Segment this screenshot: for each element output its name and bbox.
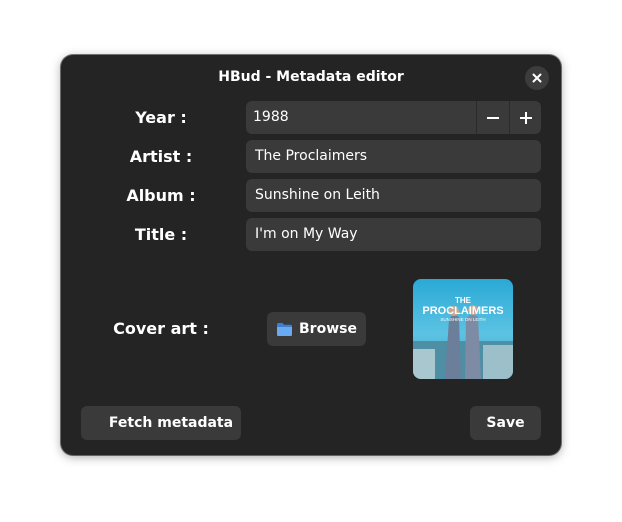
artist-label: Artist : <box>129 147 193 166</box>
folder-icon <box>277 322 293 336</box>
close-icon <box>532 73 542 83</box>
album-label: Album : <box>126 186 196 205</box>
browse-button[interactable]: Browse <box>267 312 366 346</box>
metadata-editor-window: HBud - Metadata editor Year : 1988 Artis… <box>61 55 561 455</box>
year-increment-button[interactable] <box>509 101 541 134</box>
minus-icon <box>486 116 499 119</box>
cover-band-line1: THE <box>455 296 472 305</box>
save-button[interactable]: Save <box>470 406 541 440</box>
title-label: Title : <box>134 225 188 244</box>
year-value[interactable]: 1988 <box>253 101 289 134</box>
cover-album-line: SUNSHINE ON LEITH <box>440 317 485 322</box>
browse-button-label: Browse <box>299 321 357 337</box>
artist-input[interactable]: The Proclaimers <box>246 140 541 173</box>
year-decrement-button[interactable] <box>476 101 508 134</box>
close-button[interactable] <box>525 66 549 90</box>
cover-art-image: THE PROCLAIMERS SUNSHINE ON LEITH <box>413 279 513 379</box>
cover-band-line2: PROCLAIMERS <box>422 305 503 317</box>
fetch-metadata-button[interactable]: Fetch metadata <box>81 406 241 440</box>
cover-art-label: Cover art : <box>113 319 209 338</box>
window-title: HBud - Metadata editor <box>218 69 404 85</box>
album-input[interactable]: Sunshine on Leith <box>246 179 541 212</box>
year-label: Year : <box>135 108 187 127</box>
title-input[interactable]: I'm on My Way <box>246 218 541 251</box>
year-spinbutton[interactable]: 1988 <box>246 101 541 134</box>
plus-icon <box>519 111 532 124</box>
